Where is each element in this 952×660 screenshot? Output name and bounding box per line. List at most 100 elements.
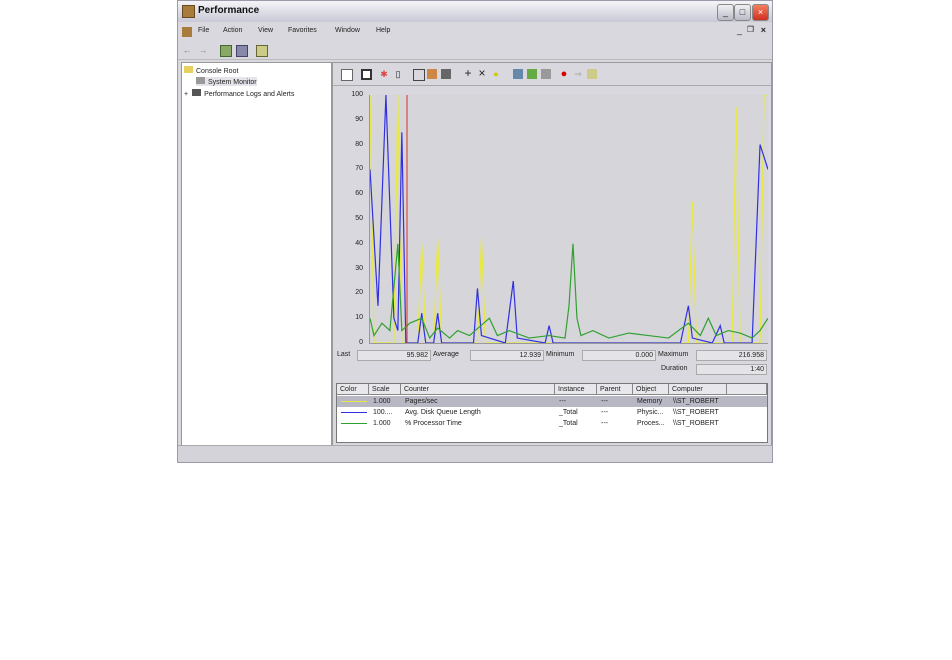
view-log-data-icon[interactable]: ▯	[393, 69, 403, 79]
console-tree: Console Root System Monitor + Performance…	[181, 62, 332, 446]
cell-counter: Avg. Disk Queue Length	[405, 409, 481, 416]
series-line-2	[369, 243, 769, 340]
y-tick-label: 10	[355, 314, 363, 322]
chart-plot-area	[369, 94, 769, 344]
tree-item-system-monitor[interactable]: System Monitor	[196, 77, 257, 86]
back-icon[interactable]: ←	[182, 45, 192, 55]
duration-value: 1:40	[696, 364, 767, 375]
average-value: 12.939	[470, 350, 544, 361]
col-filler	[727, 384, 767, 395]
y-tick-label: 50	[355, 215, 363, 222]
last-value: 95.982	[357, 350, 431, 361]
menu-view[interactable]: View	[258, 27, 273, 34]
up-folder-icon[interactable]	[220, 45, 232, 57]
cell-parent: ---	[601, 420, 608, 427]
system-monitor-pane: ✱ ▯ + × ● ● ⇒ 0 10 20 30 40 50 60 70 80 90 100 Las…	[332, 62, 772, 446]
col-parent[interactable]: Parent	[597, 384, 633, 395]
minimum-label: Minimum	[546, 351, 575, 358]
expand-icon[interactable]: +	[184, 91, 188, 98]
paste-counter-list-icon[interactable]	[527, 69, 537, 79]
view-histogram-icon[interactable]	[427, 69, 437, 79]
main-toolbar: ← →	[178, 41, 772, 60]
last-label: Last	[337, 351, 351, 358]
console-icon	[182, 27, 192, 37]
help-icon[interactable]	[587, 69, 597, 79]
close-button[interactable]: ×	[752, 4, 769, 21]
table-row[interactable]: 1.000 Pages/sec --- --- Memory \\ST_ROBERT	[337, 396, 767, 407]
cell-instance: ---	[559, 398, 566, 405]
properties-icon[interactable]	[541, 69, 551, 79]
folder-icon	[184, 66, 193, 73]
y-tick-label: 80	[355, 140, 363, 148]
menu-favorites[interactable]: Favorites	[288, 27, 317, 34]
average-label: Average	[433, 351, 459, 358]
freeze-display-icon[interactable]: ●	[559, 69, 569, 80]
cell-instance: _Total	[559, 409, 578, 416]
col-color[interactable]: Color	[337, 384, 369, 395]
y-tick-label: 40	[355, 239, 363, 247]
delete-icon[interactable]: ×	[477, 67, 487, 79]
status-bar	[178, 445, 772, 462]
cell-scale: 1.000	[373, 420, 391, 427]
forward-icon[interactable]: →	[198, 45, 208, 55]
y-tick-label: 60	[355, 190, 363, 198]
title-bar: Performance _ □ ×	[178, 1, 772, 22]
cell-counter: Pages/sec	[405, 398, 438, 405]
menu-bar: File Action View Favorites Window Help _…	[178, 23, 772, 41]
col-scale[interactable]: Scale	[369, 384, 401, 395]
col-instance[interactable]: Instance	[555, 384, 597, 395]
col-object[interactable]: Object	[633, 384, 669, 395]
minimum-value: 0.000	[582, 350, 656, 361]
cell-object: Proces...	[637, 420, 665, 427]
mdi-restore-button[interactable]: ❐	[747, 25, 754, 34]
view-graph-icon[interactable]	[413, 69, 425, 81]
sysmon-toolbar: ✱ ▯ + × ● ● ⇒	[333, 63, 771, 86]
view-current-activity-icon[interactable]: ✱	[379, 69, 389, 79]
clear-display-icon[interactable]	[361, 69, 372, 80]
cell-object: Memory	[637, 398, 663, 405]
menu-action[interactable]: Action	[223, 27, 242, 34]
update-data-icon[interactable]: ⇒	[573, 69, 583, 79]
cell-scale: 100....	[373, 409, 393, 416]
color-swatch	[341, 412, 367, 413]
maximize-button[interactable]: □	[734, 4, 751, 21]
menu-window[interactable]: Window	[335, 27, 360, 34]
cell-instance: _Total	[559, 420, 578, 427]
minimize-button[interactable]: _	[717, 4, 734, 21]
cell-computer: \\ST_ROBERT	[673, 409, 719, 416]
logs-icon	[192, 89, 202, 96]
table-row[interactable]: 1.000 % Processor Time _Total --- Proces... \…	[337, 418, 767, 429]
cell-parent: ---	[601, 409, 608, 416]
cell-scale: 1.000	[373, 398, 391, 405]
add-icon[interactable]: +	[463, 67, 473, 79]
y-tick-label: 0	[359, 339, 363, 346]
show-hide-tree-icon[interactable]	[236, 45, 248, 57]
col-counter[interactable]: Counter	[401, 384, 555, 395]
line-chart	[369, 94, 769, 344]
color-swatch	[341, 423, 367, 424]
cell-computer: \\ST_ROBERT	[673, 398, 719, 405]
y-tick-label: 70	[355, 165, 363, 173]
y-tick-label: 100	[351, 91, 363, 98]
new-counter-set-icon[interactable]	[341, 69, 353, 81]
view-report-icon[interactable]	[441, 69, 451, 79]
cell-computer: \\ST_ROBERT	[673, 420, 719, 427]
y-tick-label: 30	[355, 264, 363, 272]
mdi-close-button[interactable]: ×	[761, 25, 766, 35]
color-swatch	[341, 401, 367, 402]
properties-icon[interactable]	[256, 45, 268, 57]
highlight-icon[interactable]: ●	[491, 69, 501, 79]
table-row[interactable]: 100.... Avg. Disk Queue Length _Total --- Ph…	[337, 407, 767, 418]
tree-item-console-root[interactable]: Console Root	[184, 66, 238, 75]
window-title: Performance	[198, 5, 260, 16]
menu-help[interactable]: Help	[376, 27, 390, 34]
copy-properties-icon[interactable]	[513, 69, 523, 79]
maximum-label: Maximum	[658, 351, 689, 358]
menu-file[interactable]: File	[198, 27, 209, 34]
mdi-minimize-button[interactable]: _	[737, 25, 742, 35]
y-tick-label: 20	[355, 289, 363, 297]
tree-item-performance-logs[interactable]: + Performance Logs and Alerts	[184, 89, 294, 98]
col-computer[interactable]: Computer	[669, 384, 727, 395]
counter-table: Color Scale Counter Instance Parent Obje…	[336, 383, 768, 443]
cell-object: Physic...	[637, 409, 664, 416]
